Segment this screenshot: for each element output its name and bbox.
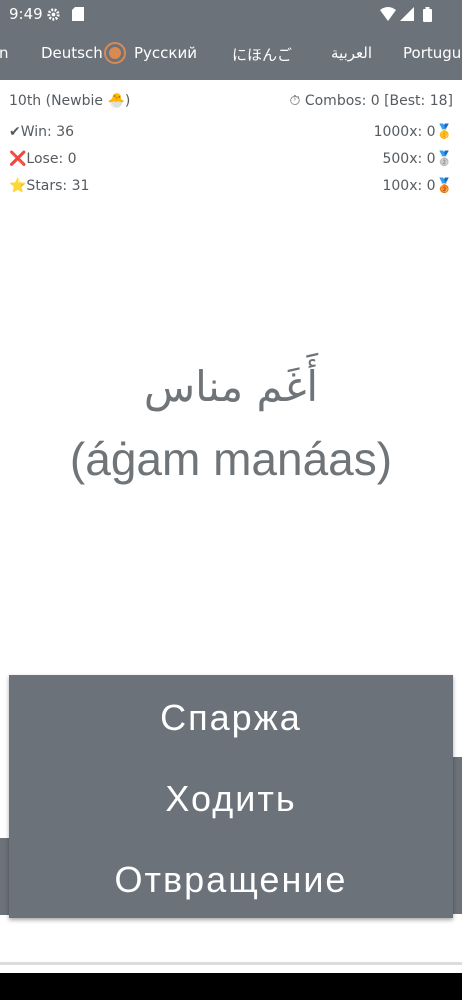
language-tabs: n Deutsch Русский にほんご العربية Portugue — [0, 28, 462, 80]
tab-deutsch[interactable]: Deutsch — [41, 44, 103, 62]
arabic-word: أَغَم مناس — [143, 362, 319, 411]
tab-japanese[interactable]: にほんご — [232, 44, 292, 65]
battery-icon — [419, 6, 435, 22]
selected-radio-icon[interactable] — [104, 42, 126, 64]
win-count: ✔Win: 36 — [9, 124, 75, 140]
answer-button-2[interactable]: Ходить — [9, 759, 453, 839]
divider — [0, 962, 462, 965]
tab-arabic[interactable]: العربية — [331, 44, 372, 62]
wifi-icon — [380, 6, 396, 22]
transliteration: (áġam manáas) — [69, 433, 393, 485]
tab-portuguese[interactable]: Portugue — [403, 44, 462, 62]
answer-button-1[interactable]: Спаржа — [9, 678, 453, 758]
tab-language-partial[interactable]: n — [0, 44, 9, 62]
gear-icon — [45, 6, 61, 22]
status-bar: 9:49 — [0, 0, 462, 28]
answer-button-3[interactable]: Отвращение — [9, 840, 453, 920]
tab-russian[interactable]: Русский — [134, 44, 197, 62]
combos-label: ⏱ Combos: 0 [Best: 18] — [289, 93, 453, 109]
lose-count: ❌Lose: 0 — [9, 151, 77, 167]
signal-icon — [399, 6, 415, 22]
stars-count: ⭐Stars: 31 — [9, 178, 90, 194]
navigation-bar — [0, 973, 462, 1000]
bronze-medal-count: 100x: 0🥉 — [382, 178, 453, 194]
answer-panel: Спаржа Ходить Отвращение — [9, 675, 453, 918]
sd-card-icon — [70, 6, 86, 22]
silver-medal-count: 500x: 0🥈 — [382, 151, 453, 167]
rank-label: 10th (Newbie 🐣) — [9, 93, 131, 109]
status-time: 9:49 — [9, 5, 43, 23]
gold-medal-count: 1000x: 0🥇 — [373, 124, 453, 140]
